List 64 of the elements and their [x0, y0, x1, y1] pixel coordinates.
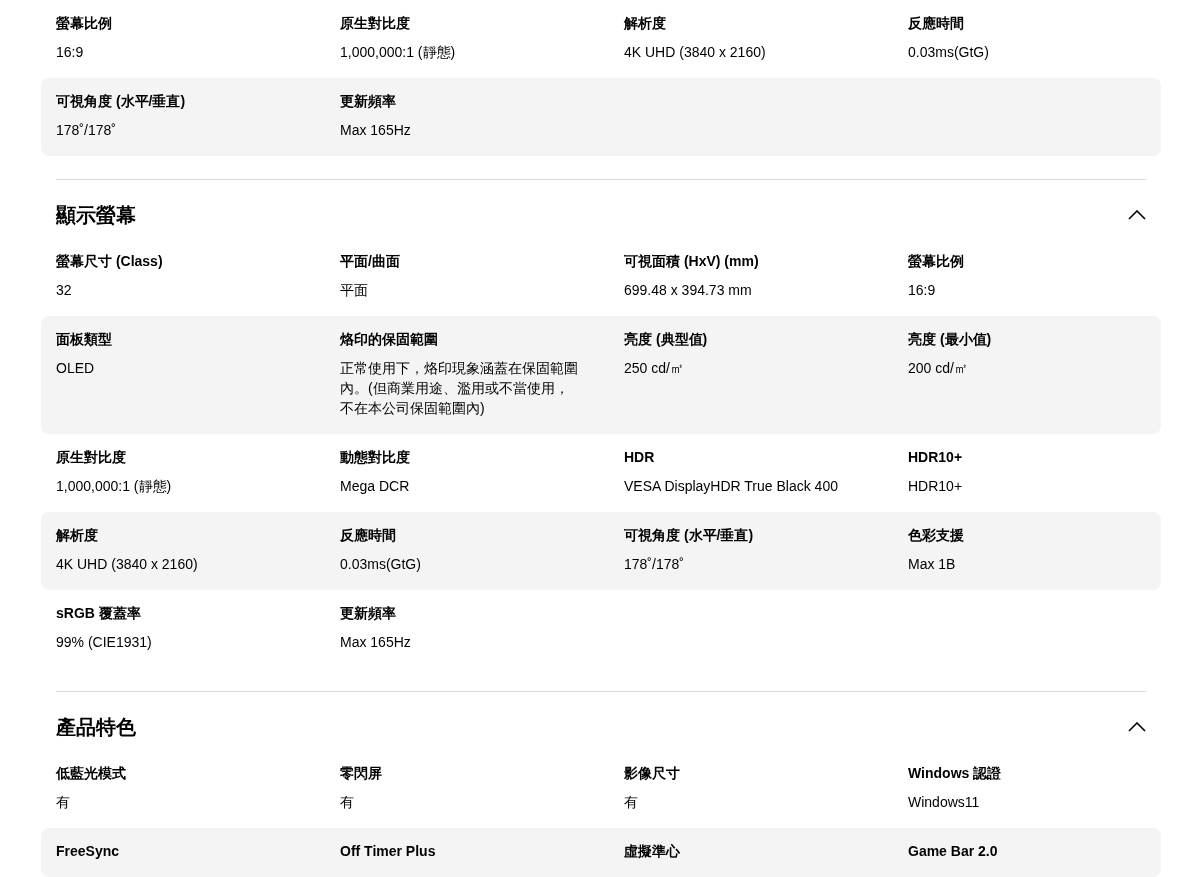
spec-label: 可視角度 (水平/垂直): [624, 526, 754, 545]
spec-label: FreeSync: [56, 842, 120, 861]
spec-label: 可視角度 (水平/垂直): [56, 92, 186, 111]
spec-label: 亮度 (最小值): [908, 330, 992, 349]
spec-value: 有: [340, 793, 354, 812]
spec-value: HDR10+: [908, 477, 963, 496]
spec-label: 更新頻率: [340, 92, 396, 111]
spec-value: 1,000,000:1 (靜態): [56, 477, 172, 496]
spec-value: VESA DisplayHDR True Black 400: [624, 477, 838, 496]
spec-value: 16:9: [56, 43, 84, 62]
spec-label: 更新頻率: [340, 604, 396, 623]
spec-value: OLED: [56, 359, 95, 378]
spec-label: 虛擬準心: [624, 842, 680, 861]
spec-value: 正常使用下，烙印現象涵蓋在保固範圍內。(但商業用途、濫用或不當使用，不在本公司保固範圍內): [340, 359, 578, 418]
spec-label: 可視面積 (HxV) (mm): [624, 252, 759, 271]
spec-value: 250 cd/㎡: [624, 359, 684, 378]
section-title: 產品特色: [56, 715, 136, 740]
spec-value: 16:9: [908, 281, 936, 300]
spec-label: HDR: [624, 448, 655, 467]
spec-label: 平面/曲面: [340, 252, 400, 271]
spec-label: 亮度 (典型值): [624, 330, 708, 349]
spec-value: 178˚/178˚: [56, 121, 116, 140]
section-title: 顯示螢幕: [56, 203, 136, 228]
spec-label: 反應時間: [908, 14, 964, 33]
spec-value: 99% (CIE1931): [56, 633, 152, 652]
spec-value: 200 cd/㎡: [908, 359, 968, 378]
chevron-up-icon[interactable]: [1128, 210, 1146, 220]
spec-label: 面板類型: [56, 330, 112, 349]
spec-label: 螢幕比例: [908, 252, 964, 271]
spec-label: Off Timer Plus: [340, 842, 436, 861]
spec-label: 解析度: [624, 14, 666, 33]
spec-value: 4K UHD (3840 x 2160): [56, 555, 198, 574]
chevron-up-icon[interactable]: [1128, 722, 1146, 732]
spec-label: 影像尺寸: [624, 764, 680, 783]
spec-value: Windows11: [908, 793, 980, 812]
spec-value: 178˚/178˚: [624, 555, 684, 574]
spec-value: Max 1B: [908, 555, 956, 574]
spec-label: 螢幕比例: [56, 14, 112, 33]
spec-label: sRGB 覆蓋率: [56, 604, 141, 623]
spec-label: 螢幕尺寸 (Class): [56, 252, 163, 271]
spec-value: 有: [56, 793, 70, 812]
spec-value: 4K UHD (3840 x 2160): [624, 43, 766, 62]
spec-label: 反應時間: [340, 526, 396, 545]
spec-label: Windows 認證: [908, 764, 1002, 783]
spec-value: Max 165Hz: [340, 121, 411, 140]
spec-value: 0.03ms(GtG): [908, 43, 989, 62]
spec-label: HDR10+: [908, 448, 963, 467]
spec-value: 1,000,000:1 (靜態): [340, 43, 456, 62]
spec-label: 色彩支援: [908, 526, 964, 545]
spec-value: 699.48 x 394.73 mm: [624, 281, 752, 300]
spec-value: 平面: [340, 281, 368, 300]
spec-label: Game Bar 2.0: [908, 842, 998, 861]
spec-label: 低藍光模式: [56, 764, 126, 783]
spec-label: 原生對比度: [340, 14, 410, 33]
spec-label: 動態對比度: [340, 448, 410, 467]
spec-value: 32: [56, 281, 72, 300]
spec-value: Max 165Hz: [340, 633, 411, 652]
spec-value: 有: [624, 793, 638, 812]
spec-value: Mega DCR: [340, 477, 410, 496]
spec-label: 烙印的保固範圍: [340, 330, 438, 349]
spec-label: 零閃屏: [340, 764, 382, 783]
spec-label: 解析度: [56, 526, 98, 545]
spec-value: 0.03ms(GtG): [340, 555, 421, 574]
spec-label: 原生對比度: [56, 448, 126, 467]
